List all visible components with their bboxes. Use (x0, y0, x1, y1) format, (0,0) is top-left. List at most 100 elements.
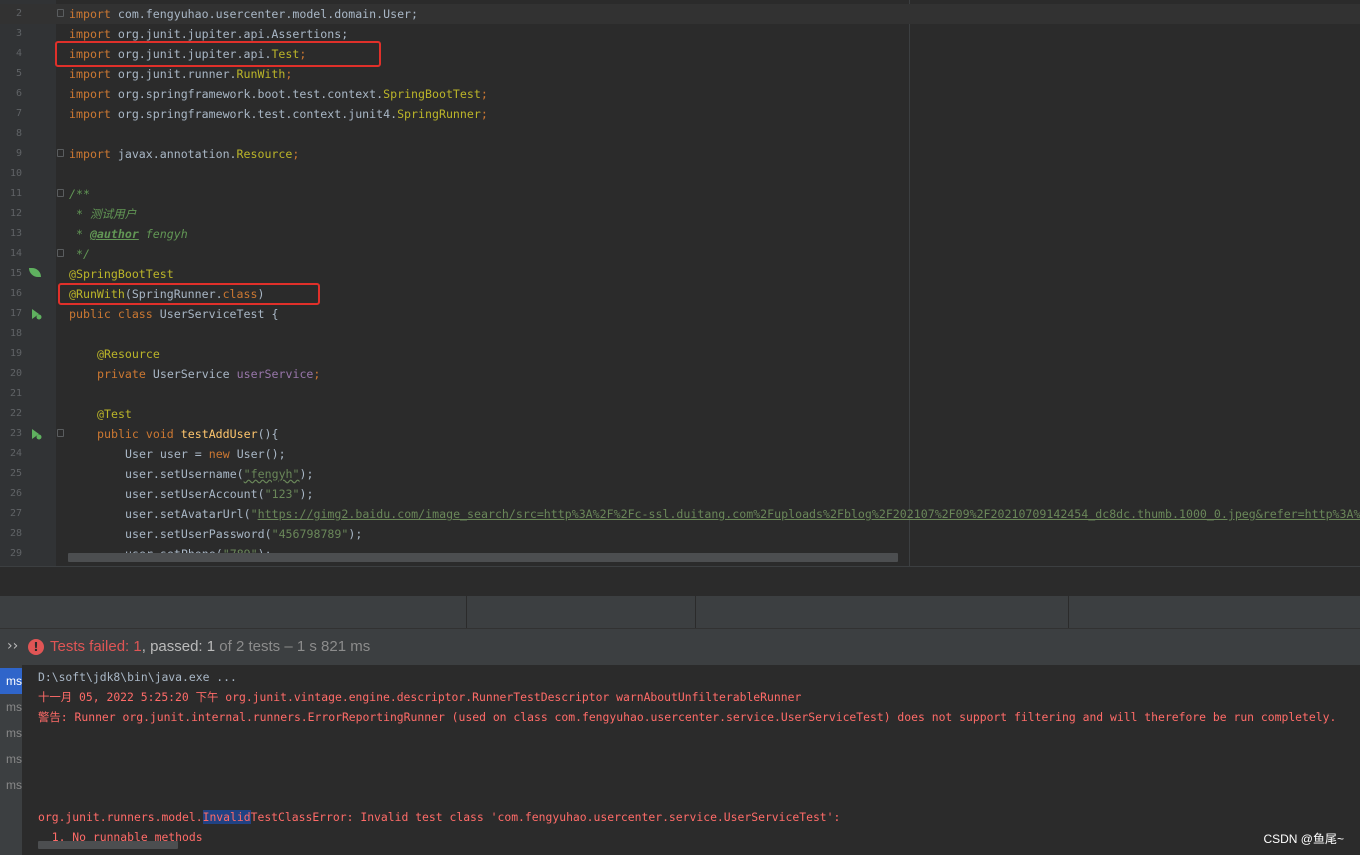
keyword: void (138, 427, 174, 441)
horizontal-scrollbar[interactable] (68, 553, 898, 562)
line-number: 22 (9, 408, 22, 419)
watermark: CSDN @鱼尾~ (1263, 832, 1344, 846)
annotation: @Test (97, 407, 132, 421)
run-test-icon[interactable] (30, 308, 42, 320)
selected-text: Invalid (202, 810, 251, 824)
code-text: user.setAvatarUrl( (125, 507, 251, 521)
spring-bean-icon[interactable] (29, 268, 41, 277)
string-literal: "456798789" (271, 527, 349, 541)
test-totals: of 2 tests – 1 s 821 ms (215, 638, 371, 655)
semicolon: ; (313, 367, 321, 381)
annotation: @SpringBootTest (69, 267, 174, 281)
code-text: user.setUserAccount( (125, 487, 265, 501)
doc-comment: fengyh (138, 227, 188, 241)
line-number: 10 (9, 168, 22, 179)
line-number: 8 (15, 128, 22, 139)
code-text: org.junit.jupiter.api.Assertions; (110, 27, 349, 41)
code-line[interactable]: 12 * 测试用户 (0, 204, 1360, 224)
keyword: public (97, 427, 139, 441)
line-number: 29 (9, 548, 22, 559)
line-number: 24 (9, 448, 22, 459)
class-name: RunWith (236, 67, 286, 81)
class-name: Resource (236, 147, 293, 161)
url-link[interactable]: https://gimg2.baidu.com/image_search/src… (258, 507, 1360, 521)
passed-count: 1 (206, 638, 216, 655)
fold-icon[interactable] (57, 429, 64, 437)
line-number: 21 (9, 388, 22, 399)
run-console[interactable]: ms ms ms ms ms D:\soft\jdk8\bin\java.exe… (0, 665, 1360, 855)
string-quote: " (250, 507, 258, 521)
code-line[interactable]: 15 @SpringBootTest (0, 264, 1360, 284)
divider (1068, 596, 1069, 628)
code-line[interactable]: 13 * @author fengyh (0, 224, 1360, 244)
test-tree-item[interactable]: ms (0, 746, 22, 772)
failed-label: Tests failed: (50, 638, 134, 655)
console-scrollbar[interactable] (38, 841, 178, 849)
code-line[interactable]: 27 user.setAvatarUrl("https://gimg2.baid… (0, 504, 1360, 524)
code-text: ); (299, 467, 314, 481)
fold-icon[interactable] (57, 149, 64, 157)
code-line[interactable]: 8 (0, 124, 1360, 144)
code-line[interactable]: 9 import javax.annotation.Resource; (0, 144, 1360, 164)
code-text: User(); (229, 447, 286, 461)
code-line[interactable]: 5 import org.junit.runner.RunWith; (0, 64, 1360, 84)
method-name: testAddUser (173, 427, 258, 441)
code-line[interactable]: 24 User user = new User(); (0, 444, 1360, 464)
code-line[interactable]: 18 (0, 324, 1360, 344)
code-line[interactable]: 20 private UserService userService; (0, 364, 1360, 384)
fold-icon[interactable] (57, 189, 64, 197)
red-annotation-box (58, 283, 320, 305)
console-line: D:\soft\jdk8\bin\java.exe ... (38, 670, 237, 684)
keyword: import (69, 67, 111, 81)
code-line[interactable]: 7 import org.springframework.test.contex… (0, 104, 1360, 124)
code-line[interactable]: 21 (0, 384, 1360, 404)
code-line[interactable]: 11 /** (0, 184, 1360, 204)
code-line[interactable]: 19 @Resource (0, 344, 1360, 364)
keyword: public (69, 307, 111, 321)
code-line[interactable]: 28 user.setUserPassword("456798789"); (0, 524, 1360, 544)
line-number: 18 (9, 328, 22, 339)
divider (695, 596, 696, 628)
keyword: import (69, 147, 111, 161)
line-number: 15 (9, 268, 22, 279)
code-editor[interactable]: 2 import com.fengyuhao.usercenter.model.… (0, 0, 1360, 566)
code-text: javax.annotation. (110, 147, 237, 161)
code-line[interactable]: 14 */ (0, 244, 1360, 264)
keyword: class (110, 307, 153, 321)
code-line[interactable]: 26 user.setUserAccount("123"); (0, 484, 1360, 504)
code-line[interactable]: 10 (0, 164, 1360, 184)
code-line[interactable]: 25 user.setUsername("fengyh"); (0, 464, 1360, 484)
separator: , (141, 638, 151, 655)
line-number: 19 (9, 348, 22, 359)
fold-icon[interactable] (57, 249, 64, 257)
line-number: 16 (9, 288, 22, 299)
test-results-toolbar: ›› ! Tests failed: 1, passed: 1 of 2 tes… (0, 628, 1360, 666)
code-line[interactable]: 6 import org.springframework.boot.test.c… (0, 84, 1360, 104)
code-line[interactable]: 2 import com.fengyuhao.usercenter.model.… (0, 4, 1360, 24)
line-number: 20 (9, 368, 22, 379)
console-text: org.junit.runners.model. (38, 810, 203, 824)
line-number: 11 (9, 188, 22, 199)
editor-bottom-strip (0, 566, 1360, 597)
expand-icon[interactable]: ›› (7, 638, 18, 654)
code-line[interactable]: 22 @Test (0, 404, 1360, 424)
code-text: UserService (145, 367, 237, 381)
code-line[interactable]: 17 public class UserServiceTest { (0, 304, 1360, 324)
line-number: 28 (9, 528, 22, 539)
line-number: 26 (9, 488, 22, 499)
line-number: 12 (9, 208, 22, 219)
test-tree-item[interactable]: ms (0, 668, 22, 694)
line-number: 17 (9, 308, 22, 319)
run-test-icon[interactable] (30, 428, 42, 440)
test-tree-item[interactable]: ms (0, 694, 22, 720)
line-number: 23 (9, 428, 22, 439)
code-line[interactable]: 23 public void testAddUser(){ (0, 424, 1360, 444)
test-tree-item[interactable]: ms (0, 720, 22, 746)
test-tree-item[interactable]: ms (0, 772, 22, 798)
test-tree[interactable]: ms ms ms ms ms (0, 665, 22, 855)
line-number: 9 (15, 148, 22, 159)
doc-comment: * 测试用户 (69, 207, 137, 221)
fold-icon[interactable] (57, 9, 64, 17)
code-text: com.fengyuhao.usercenter.model.domain.Us… (110, 7, 419, 21)
keyword: import (69, 27, 111, 41)
